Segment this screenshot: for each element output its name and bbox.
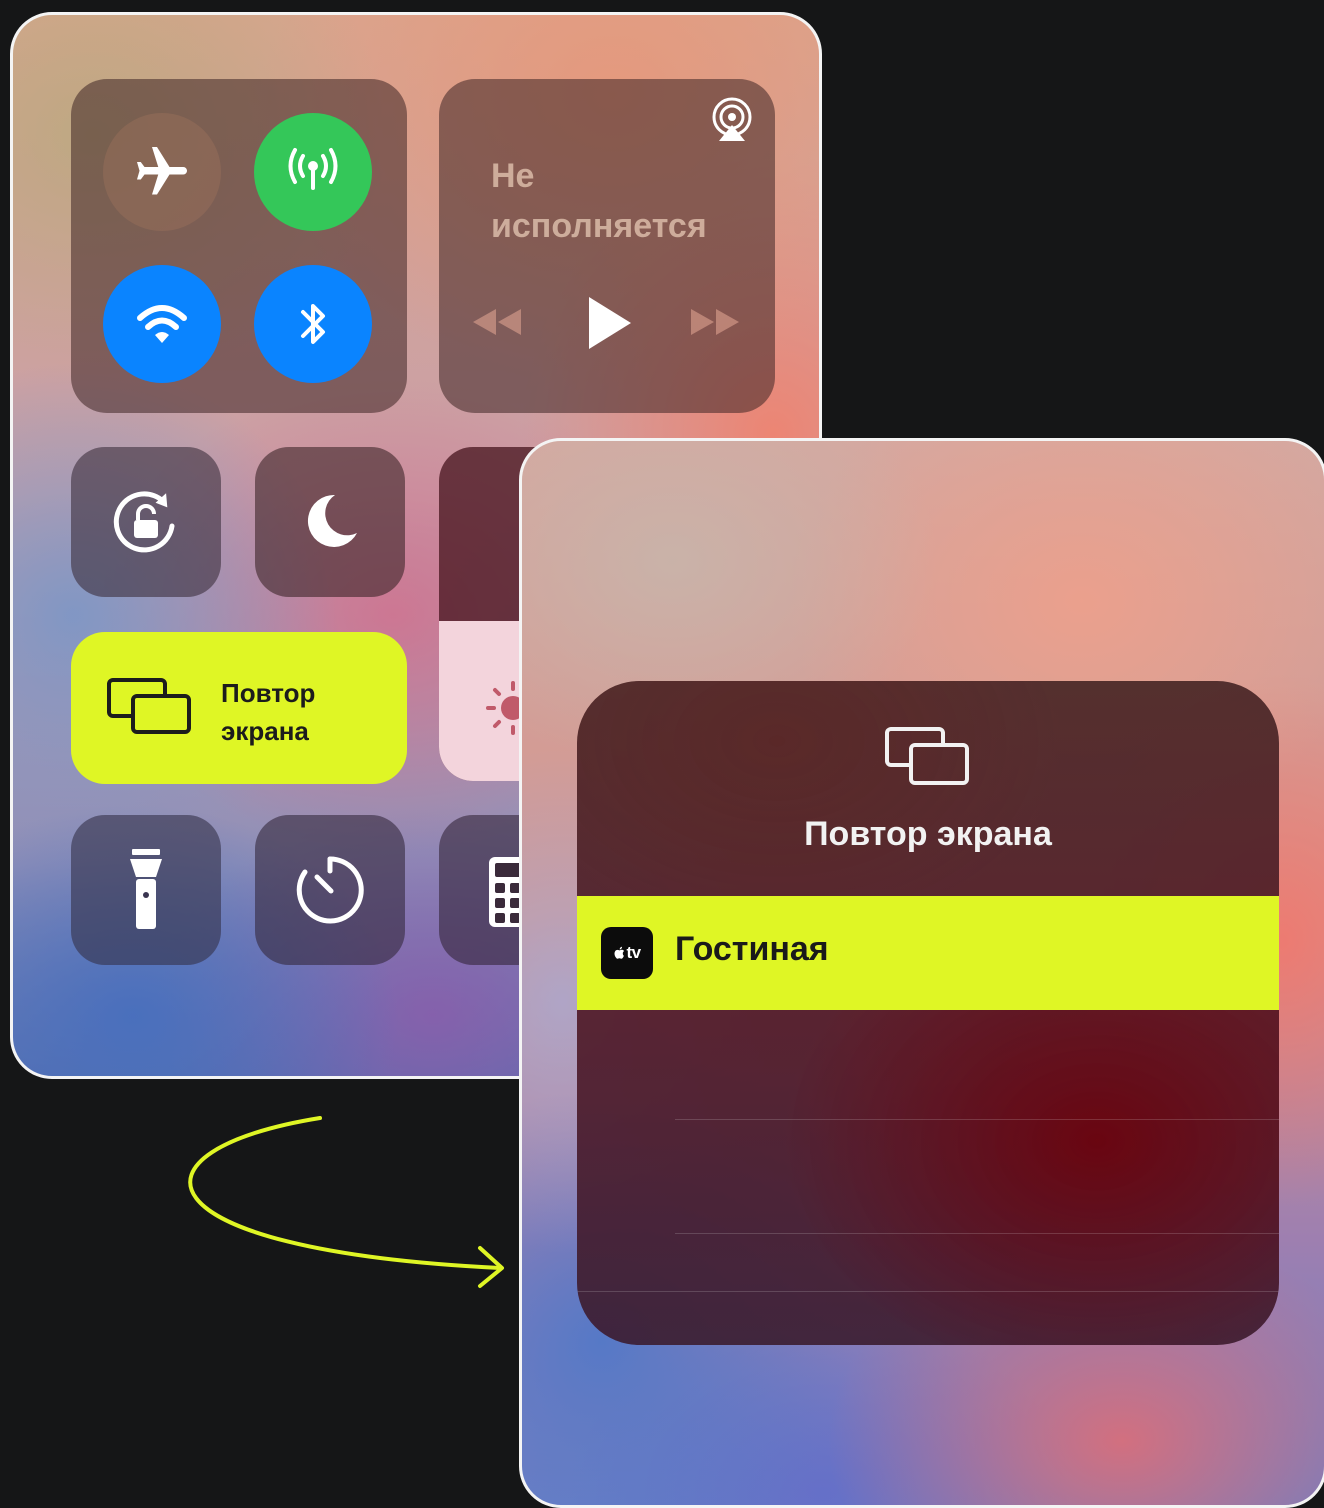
screen-mirroring-icon bbox=[885, 727, 969, 785]
apple-tv-badge-text: tv bbox=[626, 943, 641, 962]
mirroring-sheet-title: Повтор экрана bbox=[804, 815, 1052, 853]
apple-logo-icon bbox=[614, 946, 625, 959]
list-separator bbox=[675, 1233, 1279, 1234]
screen-mirroring-panel: Повтор экрана tv Гостиная bbox=[519, 438, 1324, 1508]
list-separator bbox=[675, 1119, 1279, 1120]
mirroring-sheet: Повтор экрана tv Гостиная bbox=[577, 681, 1279, 1345]
list-separator bbox=[577, 1291, 1279, 1292]
apple-tv-badge: tv bbox=[601, 927, 653, 979]
device-row-living-room[interactable]: tv Гостиная bbox=[577, 896, 1279, 1010]
device-name: Гостиная bbox=[675, 930, 829, 968]
